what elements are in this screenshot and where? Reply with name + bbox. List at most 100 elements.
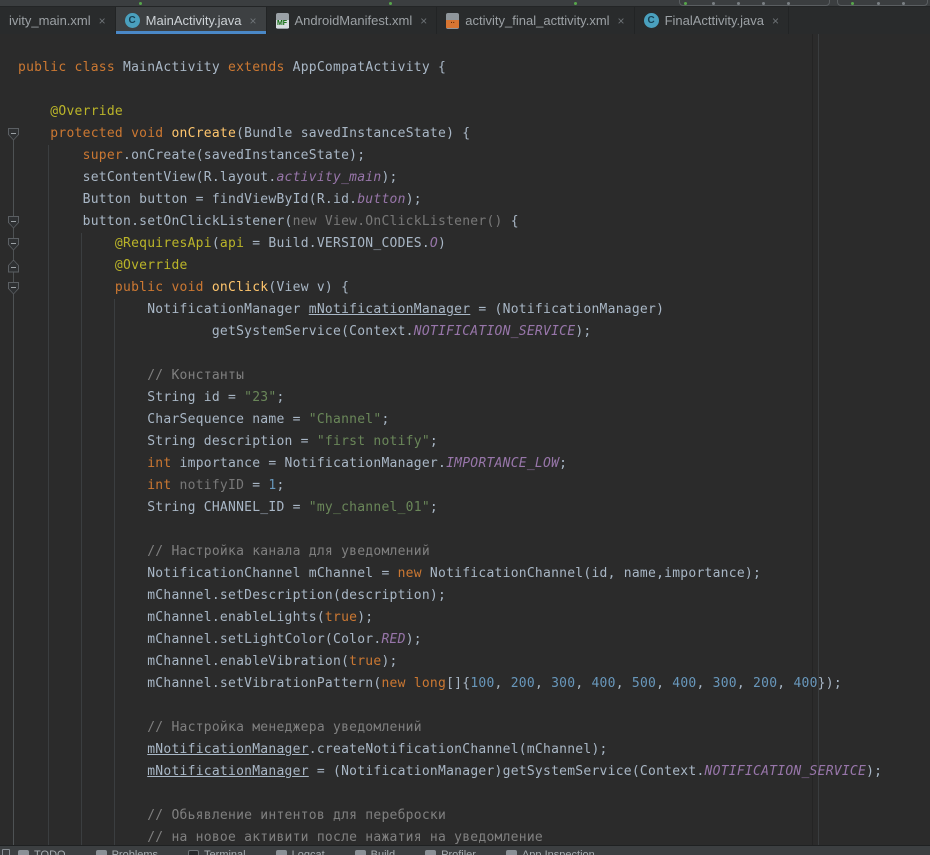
xml-file-icon: ·· [446,13,459,29]
fold-marker-icon[interactable] [8,282,19,295]
tool-window-button-profiler[interactable]: Profiler [425,849,476,855]
code-line [18,79,882,101]
code-line: @Override [18,101,882,123]
code-line [18,519,882,541]
code-line: getSystemService(Context.NOTIFICATION_SE… [18,321,882,343]
close-icon[interactable]: × [618,14,625,28]
code-line: setContentView(R.layout.activity_main); [18,167,882,189]
tool-window-button-label: Profiler [441,849,476,855]
toolbar-dot [787,2,790,5]
tool-window-button-label: Build [371,849,395,855]
tool-window-button-problems[interactable]: Problems [96,849,158,855]
tab-androidmanifest-xml[interactable]: MF AndroidManifest.xml × [267,7,438,34]
java-class-icon: C [644,13,659,28]
tool-window-button-todo[interactable]: TODO [18,849,66,855]
code-line: String CHANNEL_ID = "my_channel_01"; [18,497,882,519]
tab-label: activity_final_acttivity.xml [465,13,609,28]
code-line: mChannel.setLightColor(Color.RED); [18,629,882,651]
run-configuration-button[interactable] [679,0,830,6]
run-icon [139,2,142,5]
code-line: @RequiresApi(api = Build.VERSION_CODES.O… [18,233,882,255]
problems-icon [96,850,107,855]
tool-window-button-label: TODO [34,849,66,855]
code-line: int importance = NotificationManager.IMP… [18,453,882,475]
editor-tab-bar: ivity_main.xml × C MainActivity.java × MF Andr… [0,7,930,34]
tool-window-button-label: Problems [112,849,158,855]
code-line: String id = "23"; [18,387,882,409]
code-line: protected void onCreate(Bundle savedInst… [18,123,882,145]
toolbar-dot [902,2,905,5]
toolbar-dot [712,2,715,5]
tool-window-button-build[interactable]: Build [355,849,395,855]
code-line: // Обьявление интентов для переброски [18,805,882,827]
android-studio-window: ivity_main.xml × C MainActivity.java × MF Andr… [0,0,930,855]
code-line: public class MainActivity extends AppCom… [18,57,882,79]
code-line: public void onClick(View v) { [18,277,882,299]
code-line: NotificationChannel mChannel = new Notif… [18,563,882,585]
tab-mainactivity-java[interactable]: C MainActivity.java × [116,7,267,34]
terminal-icon [188,850,199,855]
code-line: mNotificationManager.createNotificationC… [18,739,882,761]
fold-marker-icon[interactable] [8,216,19,229]
tool-window-button-app-inspection[interactable]: App Inspection [506,849,595,855]
tool-window-corner-icon[interactable] [2,849,10,855]
code-line: String description = "first notify"; [18,431,882,453]
tool-window-button-terminal[interactable]: Terminal [188,849,246,855]
code-line [18,343,882,365]
tab-activity-final-acttivity-xml[interactable]: ·· activity_final_acttivity.xml × [437,7,634,34]
code-line: mNotificationManager = (NotificationMana… [18,761,882,783]
tab-label: FinalActtivity.java [665,13,764,28]
code-line: mChannel.setDescription(description); [18,585,882,607]
tab-label: AndroidManifest.xml [295,13,413,28]
code-editor[interactable]: public class MainActivity extends AppCom… [0,34,930,845]
code-line: NotificationManager mNotificationManager… [18,299,882,321]
manifest-file-icon: MF [276,13,289,29]
code-line: mChannel.enableLights(true); [18,607,882,629]
tool-window-button-label: Terminal [204,849,246,855]
tool-window-button-label: App Inspection [522,849,595,855]
fold-marker-icon[interactable] [8,260,19,273]
build-icon [355,850,366,855]
code-text: public class MainActivity extends AppCom… [18,57,882,845]
code-line: mChannel.setVibrationPattern(new long[]{… [18,673,882,695]
close-icon[interactable]: × [249,14,256,28]
code-line: int notifyID = 1; [18,475,882,497]
todo-icon [18,850,29,855]
code-line: @Override [18,255,882,277]
tab-finalacttivity-java[interactable]: C FinalActtivity.java × [635,7,789,34]
code-line: super.onCreate(savedInstanceState); [18,145,882,167]
tab-label: ivity_main.xml [9,13,91,28]
close-icon[interactable]: × [772,14,779,28]
logcat-icon [276,850,287,855]
close-icon[interactable]: × [420,14,427,28]
code-line [18,783,882,805]
tab-ivity-main-xml[interactable]: ivity_main.xml × [0,7,116,34]
code-line: // Константы [18,365,882,387]
main-toolbar-strip [0,0,930,7]
profiler-icon [425,850,436,855]
code-line: CharSequence name = "Channel"; [18,409,882,431]
sync-status-icon [574,2,577,5]
app-inspection-icon [506,850,517,855]
tab-label: MainActivity.java [146,13,242,28]
device-status-icon [389,2,392,5]
tool-window-button-label: Logcat [292,849,325,855]
tool-window-button-logcat[interactable]: Logcat [276,849,325,855]
code-line: mChannel.enableVibration(true); [18,651,882,673]
code-line: button.setOnClickListener(new View.OnCli… [18,211,882,233]
fold-marker-icon[interactable] [8,128,19,141]
profile-icon [851,2,854,5]
close-icon[interactable]: × [99,14,106,28]
fold-marker-icon[interactable] [8,238,19,251]
code-line: // Настройка менеджера уведомлений [18,717,882,739]
run-app-icon [684,2,687,5]
toolbar-dot [737,2,740,5]
code-line: // на новое активити после нажатия на ув… [18,827,882,845]
tool-window-bar: TODO Problems Terminal Logcat Build Profiler A… [0,845,930,855]
code-line [18,695,882,717]
toolbar-dot [762,2,765,5]
java-class-icon: C [125,13,140,28]
toolbar-dot [877,2,880,5]
code-line: Button button = findViewById(R.id.button… [18,189,882,211]
code-line: // Настройка канала для уведомлений [18,541,882,563]
